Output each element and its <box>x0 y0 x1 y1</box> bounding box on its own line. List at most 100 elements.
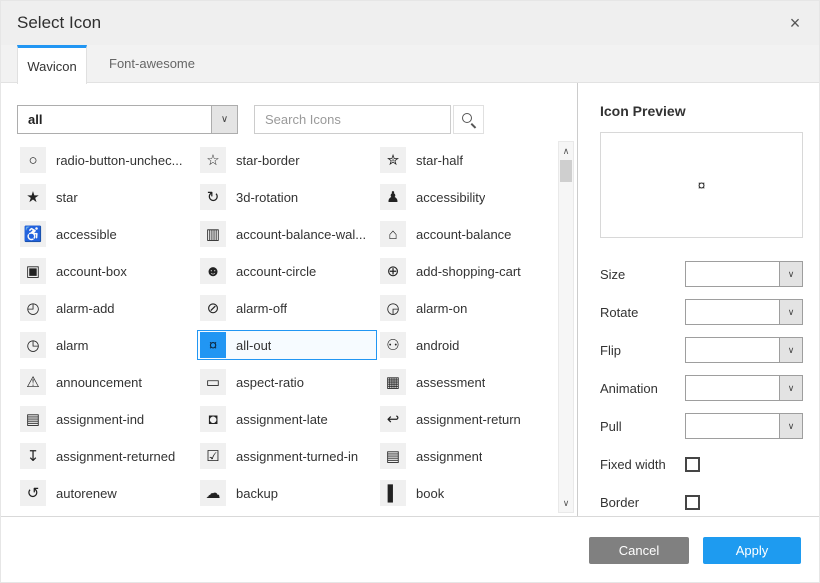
icon-list-item[interactable]: ▤ assignment-ind <box>17 404 197 434</box>
icon-list-item[interactable]: ◴ alarm-add <box>17 293 197 323</box>
setting-select-value <box>686 262 779 286</box>
preview-icon: ¤ <box>698 177 706 193</box>
icon-preview-panel: Icon Preview ¤ Size ∨ Rotate ∨ Flip <box>577 83 820 516</box>
icon-list-item[interactable]: ▣ account-box <box>17 256 197 286</box>
setting-select[interactable]: ∨ <box>685 299 803 325</box>
icon-label: assessment <box>416 375 485 390</box>
icon-list-item[interactable]: ⚇ android <box>377 330 551 360</box>
tab-font-awesome[interactable]: Font-awesome <box>87 45 217 82</box>
chevron-down-icon[interactable]: ∨ <box>779 262 802 286</box>
icon-glyph: ▤ <box>20 406 46 432</box>
icon-list-item[interactable]: ⚠ announcement <box>17 367 197 397</box>
icon-list-item[interactable]: ⌂ account-balance <box>377 219 551 249</box>
icon-list-item[interactable]: ◶ alarm-on <box>377 293 551 323</box>
setting-checkbox[interactable] <box>685 457 700 472</box>
setting-label: Rotate <box>600 305 685 320</box>
icon-list-item[interactable]: ▭ aspect-ratio <box>197 367 377 397</box>
icon-list-item[interactable]: ★ star <box>17 182 197 212</box>
icon-label: alarm-on <box>416 301 467 316</box>
icon-label: star-border <box>236 153 300 168</box>
chevron-down-icon[interactable]: ∨ <box>779 376 802 400</box>
icon-list-item[interactable]: ☻ account-circle <box>197 256 377 286</box>
icon-glyph: ▥ <box>200 221 226 247</box>
setting-row: Size ∨ <box>600 261 803 287</box>
icon-glyph: ▦ <box>380 369 406 395</box>
category-dropdown[interactable]: all ∨ <box>17 105 238 134</box>
icon-label: backup <box>236 486 278 501</box>
setting-select[interactable]: ∨ <box>685 375 803 401</box>
footer-divider <box>1 516 820 517</box>
setting-select-value <box>686 376 779 400</box>
icon-glyph: ¤ <box>200 332 226 358</box>
icon-list-item[interactable]: ▤ assignment <box>377 441 551 471</box>
icon-list-item[interactable]: ♿ accessible <box>17 219 197 249</box>
apply-button[interactable]: Apply <box>703 537 801 564</box>
icon-list-item[interactable]: ↻ 3d-rotation <box>197 182 377 212</box>
icon-label: 3d-rotation <box>236 190 298 205</box>
chevron-down-icon[interactable]: ∨ <box>779 414 802 438</box>
icon-label: assignment-late <box>236 412 328 427</box>
close-icon[interactable]: × <box>783 11 807 35</box>
icon-glyph: ⌂ <box>380 221 406 247</box>
icon-grid: ○ radio-button-unchec... ☆ star-border ✮… <box>17 145 551 508</box>
icon-list-item[interactable]: ↧ assignment-returned <box>17 441 197 471</box>
icon-list-item[interactable]: ✮ star-half <box>377 145 551 175</box>
icon-list-item[interactable]: ○ radio-button-unchec... <box>17 145 197 175</box>
cancel-button[interactable]: Cancel <box>589 537 689 564</box>
search-button[interactable] <box>453 105 484 134</box>
icon-label: add-shopping-cart <box>416 264 521 279</box>
setting-select[interactable]: ∨ <box>685 261 803 287</box>
setting-checkbox[interactable] <box>685 495 700 510</box>
icon-glyph: ↻ <box>200 184 226 210</box>
icon-glyph: ↧ <box>20 443 46 469</box>
scroll-up-icon[interactable]: ∧ <box>559 144 573 158</box>
icon-list-item[interactable]: ♟ accessibility <box>377 182 551 212</box>
preview-heading: Icon Preview <box>600 103 686 119</box>
icon-list-scrollbar[interactable]: ∧ ∨ <box>558 141 574 513</box>
icon-list-item[interactable]: ⊘ alarm-off <box>197 293 377 323</box>
category-dropdown-value: all <box>18 106 211 133</box>
chevron-down-icon[interactable]: ∨ <box>779 300 802 324</box>
preview-box: ¤ <box>600 132 803 238</box>
scrollbar-thumb[interactable] <box>560 160 572 182</box>
icon-glyph: ⊘ <box>200 295 226 321</box>
icon-list-item[interactable]: ▌ book <box>377 478 551 508</box>
chevron-down-icon[interactable]: ∨ <box>779 338 802 362</box>
icon-label: assignment-return <box>416 412 521 427</box>
icon-list-item[interactable]: ◷ alarm <box>17 330 197 360</box>
setting-select[interactable]: ∨ <box>685 413 803 439</box>
icon-glyph: ★ <box>20 184 46 210</box>
icon-list-item[interactable]: ¤ all-out <box>197 330 377 360</box>
search-input[interactable] <box>254 105 451 134</box>
select-icon-dialog: Select Icon × Wavicon Font-awesome all ∨… <box>0 0 820 583</box>
icon-list-item[interactable]: ☆ star-border <box>197 145 377 175</box>
setting-label: Size <box>600 267 685 282</box>
icon-list-item[interactable]: ☁ backup <box>197 478 377 508</box>
icon-label: android <box>416 338 459 353</box>
icon-label: accessibility <box>416 190 485 205</box>
search-icon <box>462 113 472 123</box>
icon-list-item[interactable]: ▦ assessment <box>377 367 551 397</box>
icon-glyph: ⊕ <box>380 258 406 284</box>
icon-glyph: ☁ <box>200 480 226 506</box>
setting-label: Pull <box>600 419 685 434</box>
tab-wavicon[interactable]: Wavicon <box>17 45 87 84</box>
scroll-down-icon[interactable]: ∨ <box>559 496 573 510</box>
setting-select-value <box>686 300 779 324</box>
icon-list-item[interactable]: ↺ autorenew <box>17 478 197 508</box>
icon-list-item[interactable]: ⊕ add-shopping-cart <box>377 256 551 286</box>
icon-label: account-circle <box>236 264 316 279</box>
icon-list-item[interactable]: ▥ account-balance-wal... <box>197 219 377 249</box>
setting-select[interactable]: ∨ <box>685 337 803 363</box>
icon-label: assignment-returned <box>56 449 175 464</box>
icon-glyph: ↩ <box>380 406 406 432</box>
icon-list-item[interactable]: ↩ assignment-return <box>377 404 551 434</box>
chevron-down-icon[interactable]: ∨ <box>211 106 237 133</box>
icon-list-item[interactable]: ☑ assignment-turned-in <box>197 441 377 471</box>
icon-glyph: ○ <box>20 147 46 173</box>
icon-glyph: ◷ <box>20 332 46 358</box>
icon-list-item[interactable]: ◘ assignment-late <box>197 404 377 434</box>
icon-glyph: ↺ <box>20 480 46 506</box>
icon-glyph: ▤ <box>380 443 406 469</box>
icon-glyph: ☑ <box>200 443 226 469</box>
